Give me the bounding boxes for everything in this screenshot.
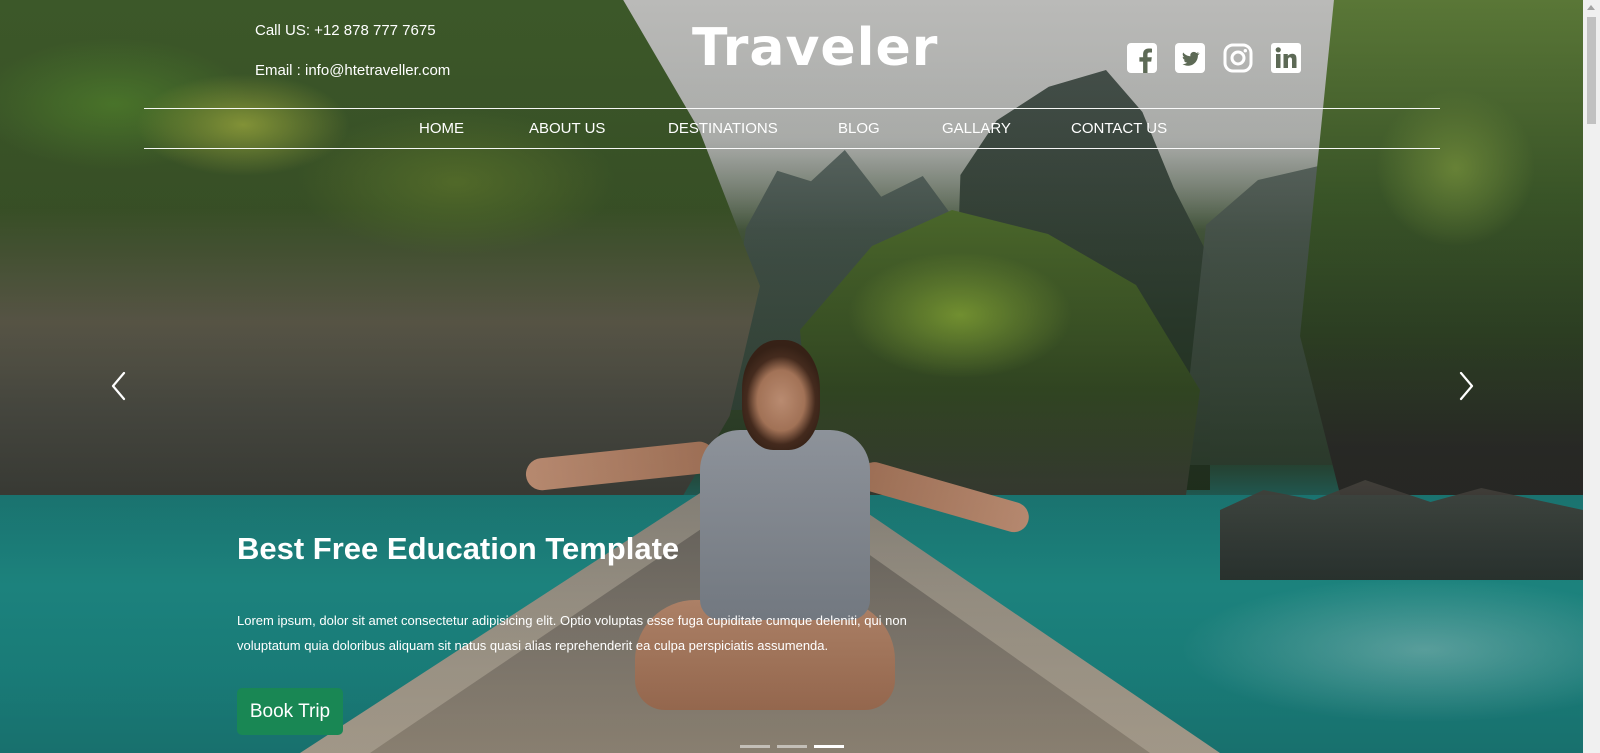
nav-item-destinations[interactable]: DESTINATIONS — [668, 121, 778, 136]
nav-item-gallary[interactable]: GALLARY — [942, 121, 1011, 136]
chevron-left-icon — [111, 371, 126, 401]
nav-top-divider — [144, 108, 1440, 109]
carousel-indicator-3[interactable] — [814, 745, 844, 748]
email-text: Email : info@htetraveller.com — [255, 62, 451, 79]
site-logo[interactable]: Traveler — [692, 22, 938, 74]
chevron-right-icon — [1459, 371, 1474, 401]
hero-title: Best Free Education Template — [237, 531, 680, 566]
carousel-indicators — [740, 745, 846, 749]
nav-item-contact-us[interactable]: CONTACT US — [1071, 121, 1167, 136]
nav-item-about-us[interactable]: ABOUT US — [529, 121, 605, 136]
hero-description: Lorem ipsum, dolor sit amet consectetur … — [237, 613, 907, 653]
page-viewport: Call US: +12 878 777 7675 Email : info@h… — [0, 0, 1583, 753]
nav-bottom-divider — [144, 148, 1440, 149]
instagram-icon[interactable] — [1223, 43, 1253, 73]
scroll-up-icon[interactable] — [1587, 5, 1595, 10]
nav-item-blog[interactable]: BLOG — [838, 121, 880, 136]
linkedin-icon[interactable] — [1271, 43, 1301, 73]
main-navigation: HOME ABOUT US DESTINATIONS BLOG GALLARY … — [0, 113, 1583, 147]
nav-item-home[interactable]: HOME — [419, 121, 464, 136]
carousel-indicator-1[interactable] — [740, 745, 770, 748]
book-trip-button[interactable]: Book Trip — [237, 688, 343, 735]
page-scrollbar[interactable] — [1583, 0, 1600, 753]
carousel-prev-button[interactable] — [108, 370, 132, 402]
twitter-icon[interactable] — [1175, 43, 1205, 73]
facebook-icon[interactable] — [1127, 43, 1157, 73]
carousel-next-button[interactable] — [1453, 370, 1477, 402]
scrollbar-thumb[interactable] — [1587, 17, 1596, 124]
carousel-indicator-2[interactable] — [777, 745, 807, 748]
call-us-text: Call US: +12 878 777 7675 — [255, 22, 436, 39]
